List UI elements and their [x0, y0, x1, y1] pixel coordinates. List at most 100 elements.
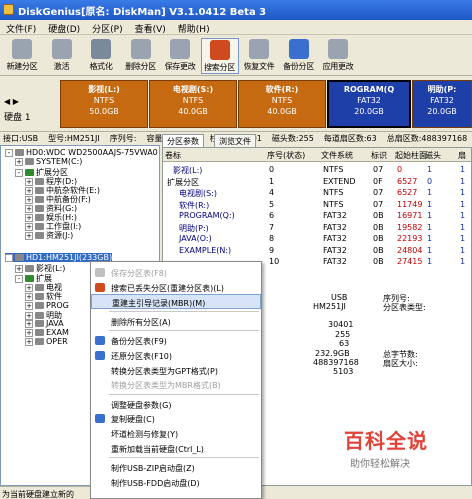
tree-node-label: 软件 — [46, 292, 62, 301]
expand-toggle-icon[interactable]: + — [25, 328, 33, 337]
row-cell: 22193 — [397, 234, 423, 243]
row-label: JAVA(O:) — [179, 234, 212, 243]
tree-node-label: 影视(L:) — [36, 264, 66, 273]
toolbar-button-8[interactable]: 应用更改 — [319, 38, 357, 74]
context-menu-label: 备份分区表(F9) — [111, 337, 167, 347]
table-row[interactable]: 软件(R:) 5 NTFS 07 11749 1 1 — [163, 199, 471, 211]
context-menu-label: 复制硬盘(C) — [111, 415, 155, 425]
menu-item-3[interactable]: 查看(V) — [129, 20, 172, 35]
context-menu-item-1[interactable]: 搜索已丢失分区(重建分区表)(L) — [91, 280, 261, 295]
detail-total-sectors: 488397168 — [313, 358, 359, 367]
column-header[interactable]: 序号(状态) — [267, 150, 305, 161]
row-cell: 5 — [269, 199, 275, 209]
context-menu-item-6[interactable]: 备份分区表(F9) — [91, 333, 261, 348]
tab-strip: 分区参数 浏览文件 — [162, 134, 472, 147]
row-cell: 10 — [269, 257, 280, 266]
row-cell: 1 — [460, 176, 466, 186]
row-cell: 1 — [460, 211, 466, 220]
context-menu-item-14[interactable]: 重新加载当前硬盘(Ctrl_L) — [91, 441, 261, 456]
table-row[interactable]: EXAMPLE(N:) 9 FAT32 0B 24804 1 1 — [163, 245, 471, 257]
table-row[interactable]: JAVA(O:) 8 FAT32 0B 22193 1 1 — [163, 233, 471, 245]
table-header: 卷标 序号(状态) 文件系统 标识 起始柱面 磁头 扇 — [163, 148, 471, 162]
column-header[interactable]: 起始柱面 — [395, 150, 427, 161]
toolbar-button-6[interactable]: 恢复文件 — [240, 38, 278, 74]
tree-node[interactable]: + 资源(J:) — [25, 230, 73, 241]
table-row[interactable]: 影视(L:) 0 NTFS 07 0 1 1 — [163, 164, 471, 176]
row-cell: 1 — [427, 234, 433, 243]
toolbar-button-1[interactable]: 激活 — [43, 38, 81, 74]
menu-item-0[interactable]: 文件(F) — [0, 20, 42, 35]
tree-node[interactable]: + EXAM — [25, 328, 69, 337]
segment-name: 电视剧(S:) — [172, 85, 214, 94]
info-field-1: 型号:HM251JI — [48, 134, 100, 143]
tree-node-label: HD0:WDC WD2500AAJS-75VWA0 — [26, 148, 158, 157]
context-menu-item-13[interactable]: 坏道检测与修复(Y) — [91, 426, 261, 441]
tree-node[interactable]: + OPER — [25, 337, 68, 346]
context-menu-label: 制作USB-ZIP启动盘(Z) — [111, 464, 195, 474]
disk-nav-arrows[interactable]: ◀ ▶ — [4, 97, 19, 106]
info-field-2: 序列号: — [109, 134, 137, 143]
menu-item-2[interactable]: 分区(P) — [86, 20, 128, 35]
context-menu-item-4[interactable]: 删除所有分区(A) — [91, 314, 261, 329]
table-row[interactable]: 扩展分区 1 EXTEND 0F 6527 0 1 — [163, 176, 471, 188]
column-header[interactable]: 文件系统 — [321, 150, 353, 161]
context-menu-item-12[interactable]: 复制硬盘(C) — [91, 411, 261, 426]
expand-toggle-icon[interactable]: + — [15, 157, 23, 166]
disk-segment[interactable]: 影视(L:) NTFS 50.0GB — [60, 80, 148, 128]
table-row[interactable]: 明助(P:) 7 FAT32 0B 19582 1 1 — [163, 222, 471, 234]
column-header[interactable]: 标识 — [371, 150, 387, 161]
column-header[interactable]: 磁头 — [425, 150, 441, 161]
disk-segment[interactable]: 明助(P: FAT32 20.0GB — [412, 80, 472, 128]
toolbar-button-3[interactable]: 删除分区 — [122, 38, 160, 74]
context-menu-item-17[interactable]: 制作USB-FDD启动盘(D) — [91, 475, 261, 490]
toolbar-button-2[interactable]: 格式化 — [82, 38, 120, 74]
expand-toggle-icon[interactable]: - — [15, 274, 23, 283]
toolbar-button-0[interactable]: 新建分区 — [3, 38, 41, 74]
segment-fs: NTFS — [93, 96, 115, 105]
table-row[interactable]: 电视剧(S:) 4 NTFS 07 6527 1 1 — [163, 187, 471, 199]
tab-browse-files[interactable]: 浏览文件 — [214, 134, 256, 147]
row-cell: 1 — [269, 176, 275, 186]
row-cell: 4 — [269, 188, 275, 197]
disk-icon — [15, 254, 24, 261]
detail-spt: 63 — [339, 339, 350, 348]
disk-segment[interactable]: ROGRAM(Q FAT32 20.0GB — [327, 80, 411, 128]
disk-segment[interactable]: 电视剧(S:) NTFS 40.0GB — [149, 80, 237, 128]
tree-node[interactable]: + JAVA — [25, 319, 64, 328]
column-header[interactable]: 扇 — [458, 150, 466, 161]
info-field-0: 接口:USB — [3, 134, 39, 143]
expand-toggle-icon[interactable]: + — [25, 231, 33, 240]
context-menu-item-7[interactable]: 还原分区表(F10) — [91, 348, 261, 363]
context-menu-item-16[interactable]: 制作USB-ZIP启动盘(Z) — [91, 460, 261, 475]
table-row[interactable]: PROGRAM(Q:) 6 FAT32 0B 16971 1 1 — [163, 210, 471, 222]
tab-partition-params[interactable]: 分区参数 — [162, 134, 204, 147]
toolbar-button-label: 删除分区 — [125, 62, 156, 71]
context-menu-label: 删除所有分区(A) — [111, 317, 171, 327]
row-cell: 07 — [373, 165, 384, 174]
toolbar-button-7[interactable]: 备份分区 — [280, 38, 318, 74]
toolbar-button-4[interactable]: 保存更改 — [161, 38, 199, 74]
column-header[interactable]: 卷标 — [165, 150, 181, 161]
expand-toggle-icon[interactable]: - — [15, 168, 23, 177]
expand-toggle-icon[interactable]: + — [25, 301, 33, 310]
expand-toggle-icon[interactable]: - — [5, 253, 13, 262]
expand-toggle-icon[interactable]: + — [15, 264, 23, 273]
tree-node[interactable]: + PROG — [25, 301, 69, 310]
context-menu-item-8[interactable]: 转换分区表类型为GPT格式(P) — [91, 363, 261, 378]
copy-disk-icon — [95, 414, 105, 424]
context-menu-item-11[interactable]: 调整硬盘参数(G) — [91, 397, 261, 412]
row-cell: 1 — [460, 234, 466, 243]
context-menu-item-2[interactable]: 重建主引导记录(MBR)(M) — [91, 294, 261, 310]
disk-segment[interactable]: 软件(R:) NTFS 40.0GB — [238, 80, 326, 128]
expand-toggle-icon[interactable]: + — [25, 319, 33, 328]
expand-toggle-icon[interactable]: - — [5, 148, 13, 157]
expand-toggle-icon[interactable]: + — [25, 337, 33, 346]
menu-item-4[interactable]: 帮助(H) — [172, 20, 216, 35]
expand-toggle-icon[interactable]: + — [25, 292, 33, 301]
tree-node[interactable]: - HD0:WDC WD2500AAJS-75VWA0 — [5, 148, 158, 157]
partition-icon — [35, 293, 44, 300]
toolbar-button-5[interactable]: 搜索分区 — [200, 38, 239, 74]
partition-icon — [35, 338, 44, 345]
tree-node[interactable]: + SYSTEM(C:) — [15, 157, 82, 166]
menu-item-1[interactable]: 硬盘(D) — [42, 20, 86, 35]
